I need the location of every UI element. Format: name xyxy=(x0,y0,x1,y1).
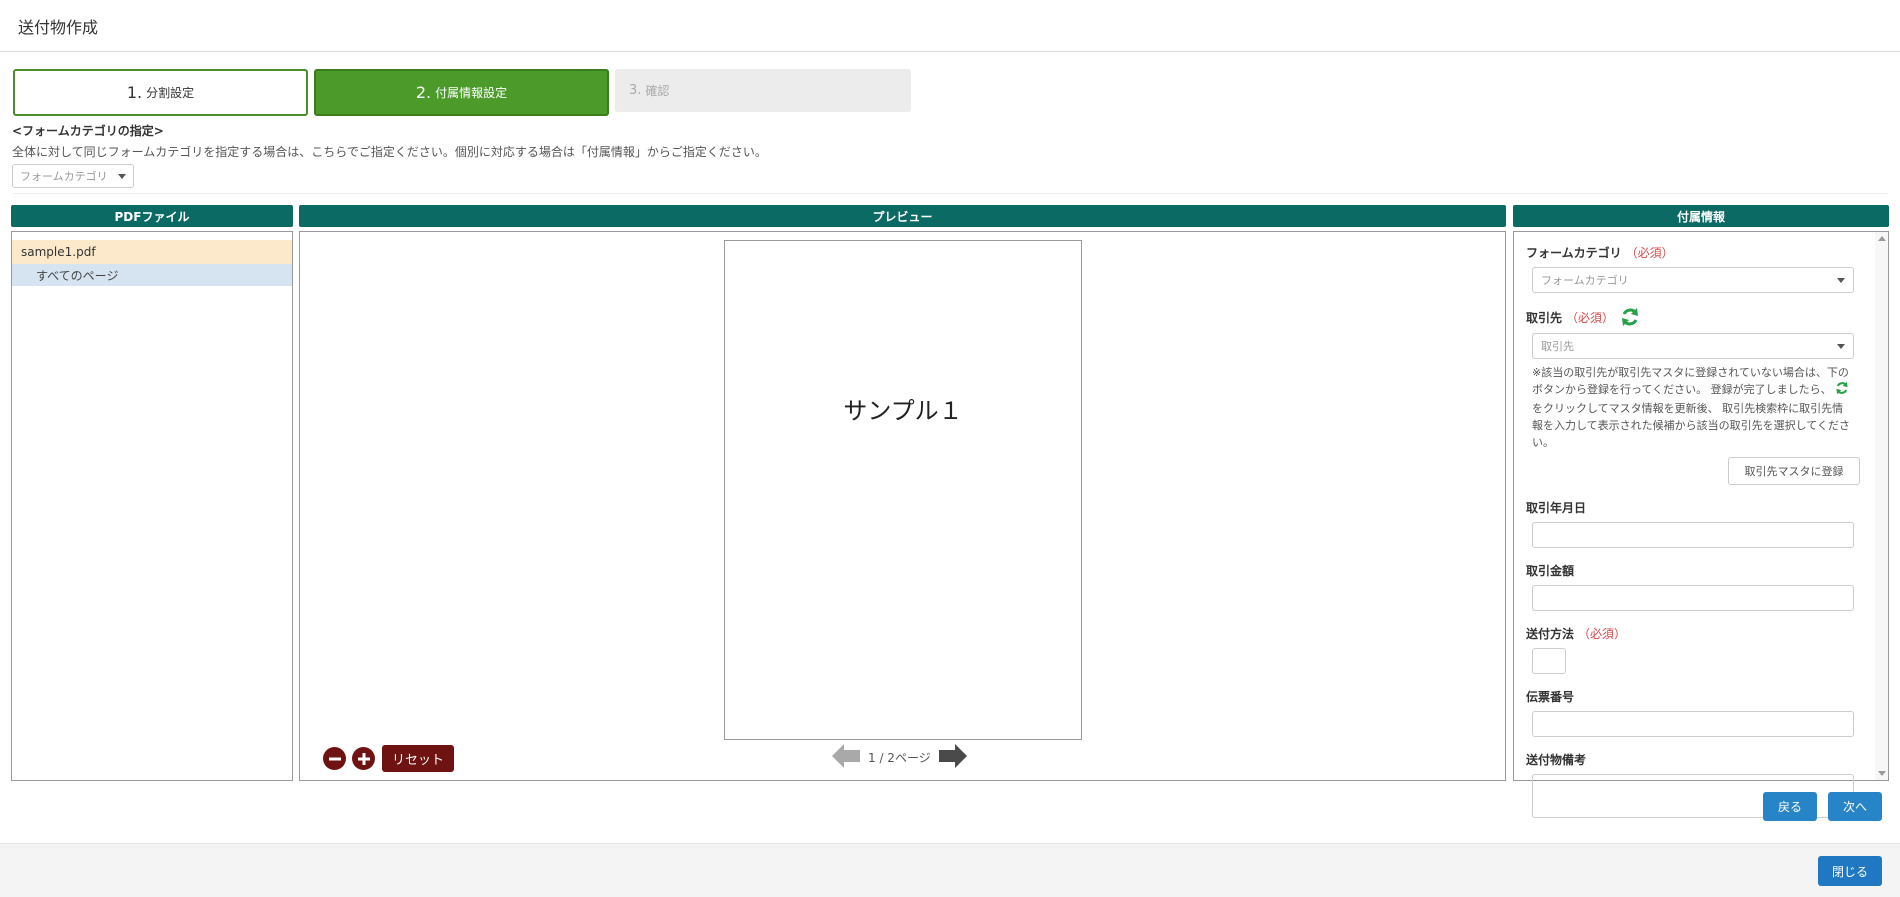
note-text: ※該当の取引先が取引先マスタに登録されていない場合は、下のボタンから登録を行って… xyxy=(1532,366,1849,396)
slip-number-label: 伝票番号 xyxy=(1526,690,1575,704)
step-confirm: 3. 確認 xyxy=(615,69,911,112)
close-button[interactable]: 閉じる xyxy=(1817,856,1882,886)
register-partner-button[interactable]: 取引先マスタに登録 xyxy=(1728,457,1860,485)
zoom-controls: リセット xyxy=(323,745,455,772)
step-label: 分割設定 xyxy=(146,86,195,100)
page-content-text: サンプル１ xyxy=(843,397,963,425)
label-text: 送付方法 xyxy=(1526,627,1575,641)
scrollbar[interactable] xyxy=(1875,232,1888,780)
form-category-description: 全体に対して同じフォームカテゴリを指定する場合は、こちらでご指定ください。個別に… xyxy=(12,145,767,159)
transaction-amount-input[interactable] xyxy=(1532,585,1854,611)
header-bar: 送付物作成 xyxy=(0,0,1900,52)
pdf-file-list: sample1.pdf すべてのページ xyxy=(11,231,293,781)
preview-area: サンプル１ リセット 1 / 2ページ xyxy=(299,231,1506,781)
chevron-down-icon xyxy=(1837,277,1845,283)
preview-panel: プレビュー サンプル１ リセット 1 / 2ページ xyxy=(299,205,1506,781)
next-button[interactable]: 次へ xyxy=(1827,792,1882,821)
page-indicator: 1 / 2ページ xyxy=(868,751,931,765)
arrow-left-icon[interactable] xyxy=(832,743,860,772)
wizard-navigation: 戻る 次へ xyxy=(1762,792,1882,821)
partner-select[interactable]: 取引先 xyxy=(1532,333,1854,359)
form-category-heading: <フォームカテゴリの指定> xyxy=(12,124,164,138)
panel-header: 付属情報 xyxy=(1513,205,1889,227)
slip-number-input[interactable] xyxy=(1532,711,1854,737)
step-number: 3. xyxy=(629,83,642,98)
panel-header: プレビュー xyxy=(299,205,1506,227)
scroll-up-icon[interactable] xyxy=(1878,236,1886,241)
partner-label: 取引先 （必須） xyxy=(1526,307,1860,327)
refresh-icon[interactable] xyxy=(1620,307,1640,327)
step-attached-info[interactable]: 2. 付属情報設定 xyxy=(314,69,609,116)
pdf-page-preview: サンプル１ xyxy=(724,240,1082,740)
step-label: 確認 xyxy=(645,84,670,98)
attached-info-panel: 付属情報 フォームカテゴリ （必須） フォームカテゴリ 取引先 （必須） 取引先… xyxy=(1513,205,1889,818)
step-split-settings[interactable]: 1. 分割設定 xyxy=(13,69,308,116)
chevron-down-icon xyxy=(1837,343,1845,349)
attached-info-form: フォームカテゴリ （必須） フォームカテゴリ 取引先 （必須） 取引先 ※該当の… xyxy=(1513,231,1889,818)
partner-note: ※該当の取引先が取引先マスタに登録されていない場合は、下のボタンから登録を行って… xyxy=(1532,364,1854,451)
refresh-icon xyxy=(1835,381,1849,400)
step-indicator: 1. 分割設定 2. 付属情報設定 3. 確認 xyxy=(13,69,911,116)
divider xyxy=(12,193,1888,194)
step-number: 2. xyxy=(415,83,432,102)
dialog-footer: 閉じる xyxy=(0,843,1900,897)
required-mark: （必須） xyxy=(1625,246,1674,260)
scroll-down-icon[interactable] xyxy=(1878,771,1886,776)
remarks-label: 送付物備考 xyxy=(1526,753,1587,767)
page-title: 送付物作成 xyxy=(18,17,99,37)
transaction-date-input[interactable] xyxy=(1532,522,1854,548)
delivery-method-select[interactable] xyxy=(1532,648,1566,674)
step-number: 1. xyxy=(126,83,143,102)
form-category-select[interactable]: フォームカテゴリ xyxy=(1532,267,1854,293)
panel-header: PDFファイル xyxy=(11,205,293,227)
back-button[interactable]: 戻る xyxy=(1762,792,1817,821)
zoom-in-icon[interactable] xyxy=(352,747,375,770)
required-mark: （必須） xyxy=(1566,310,1615,325)
form-category-label: フォームカテゴリ （必須） xyxy=(1526,244,1860,261)
label-text: 取引先 xyxy=(1526,310,1563,325)
file-item[interactable]: sample1.pdf xyxy=(12,240,292,264)
reset-button[interactable]: リセット xyxy=(382,745,455,772)
date-label: 取引年月日 xyxy=(1526,501,1587,515)
required-mark: （必須） xyxy=(1578,627,1627,641)
select-placeholder: 取引先 xyxy=(1541,340,1574,353)
amount-label: 取引金額 xyxy=(1526,564,1575,578)
label-text: フォームカテゴリ xyxy=(1526,246,1622,260)
arrow-right-icon[interactable] xyxy=(938,743,967,772)
select-placeholder: フォームカテゴリ xyxy=(1541,274,1629,287)
step-label: 付属情報設定 xyxy=(435,86,508,100)
form-category-section: <フォームカテゴリの指定> 全体に対して同じフォームカテゴリを指定する場合は、こ… xyxy=(12,122,767,188)
delivery-method-label: 送付方法 （必須） xyxy=(1526,625,1860,642)
chevron-down-icon xyxy=(118,173,126,179)
page-item-all[interactable]: すべてのページ xyxy=(12,264,292,286)
global-form-category-select[interactable]: フォームカテゴリ xyxy=(12,164,134,188)
note-text: をクリックしてマスタ情報を更新後、 取引先検索枠に取引先情報を入力して表示された… xyxy=(1532,402,1851,449)
zoom-out-icon[interactable] xyxy=(323,747,346,770)
select-placeholder: フォームカテゴリ xyxy=(20,170,108,183)
pdf-file-panel: PDFファイル sample1.pdf すべてのページ xyxy=(11,205,293,781)
page-navigation: 1 / 2ページ xyxy=(832,743,967,772)
